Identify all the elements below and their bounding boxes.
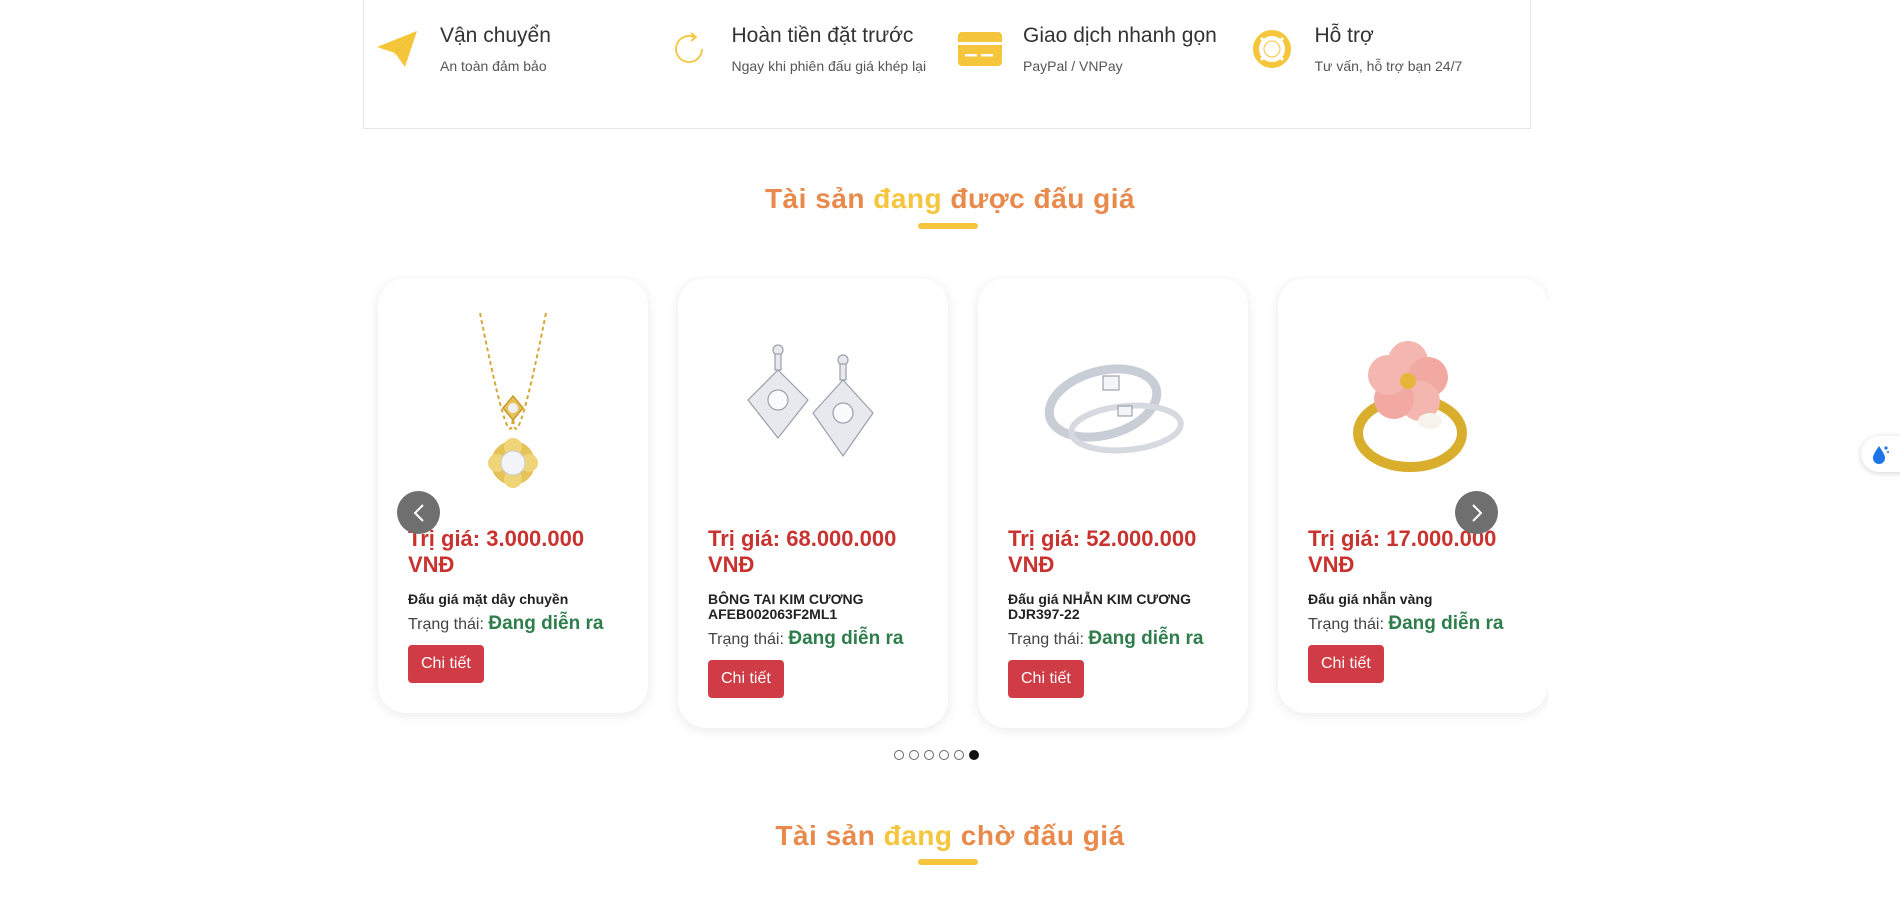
upcoming-section-title: Tài sản đang chờ đấu giá <box>0 820 1900 852</box>
product-status: Trạng thái: Đang diễn ra <box>408 613 618 635</box>
product-image-pendant[interactable] <box>408 298 618 518</box>
product-carousel: Trị giá: 3.000.000 VNĐ Đấu giá mặt dây c… <box>349 276 1548 766</box>
title-text: Tài sản <box>764 183 874 214</box>
carousel-dot[interactable] <box>924 750 934 760</box>
status-label: Trạng thái: <box>408 616 484 633</box>
feature-subtitle: An toàn đảm bảo <box>440 58 547 74</box>
product-price: Trị giá: 3.000.000 VNĐ <box>408 526 585 577</box>
detail-button[interactable]: Chi tiết <box>1308 645 1384 683</box>
product-image-flower-ring[interactable] <box>1308 298 1518 518</box>
lifebuoy-icon <box>1249 26 1295 72</box>
floating-widget-button[interactable] <box>1861 436 1900 472</box>
chevron-right-icon <box>1471 503 1482 522</box>
credit-card-icon <box>957 26 1003 72</box>
title-highlight: đang <box>873 183 943 214</box>
feature-title: Hỗ trợ <box>1314 24 1374 47</box>
title-text: chờ đấu giá <box>952 820 1125 851</box>
status-value: Đang diễn ra <box>788 628 904 649</box>
carousel-dot[interactable] <box>939 750 949 760</box>
product-name: Đấu giá nhẫn vàng <box>1308 591 1433 607</box>
carousel-dot[interactable] <box>954 750 964 760</box>
feature-payment: Giao dịch nhanh gọn PayPal / VNPay <box>947 0 1239 128</box>
status-label: Trạng thái: <box>1308 616 1384 633</box>
feature-subtitle: Ngay khi phiên đấu giá khép lại <box>731 58 927 74</box>
feature-subtitle: Tư vấn, hỗ trợ bạn 24/7 <box>1314 58 1463 74</box>
title-highlight: đang <box>883 820 953 851</box>
product-card: Trị giá: 68.000.000 VNĐ BÔNG TAI KIM CƯƠ… <box>678 278 948 728</box>
features-strip: Vận chuyển An toàn đảm bảo Hoàn tiền đặt… <box>363 0 1531 129</box>
product-image-earrings[interactable] <box>708 298 918 518</box>
product-status: Trạng thái: Đang diễn ra <box>1008 628 1218 650</box>
feature-title: Giao dịch nhanh gọn <box>1023 24 1217 47</box>
page: Vận chuyển An toàn đảm bảo Hoàn tiền đặt… <box>0 0 1900 909</box>
status-label: Trạng thái: <box>1008 631 1084 648</box>
carousel-dot[interactable] <box>969 750 979 760</box>
feature-refund: Hoàn tiền đặt trước Ngay khi phiên đấu g… <box>656 0 948 128</box>
carousel-dot[interactable] <box>894 750 904 760</box>
feature-subtitle: PayPal / VNPay <box>1023 58 1123 74</box>
product-status: Trạng thái: Đang diễn ra <box>1308 613 1518 635</box>
water-drop-icon <box>1873 446 1889 464</box>
product-price: Trị giá: 68.000.000 VNĐ <box>708 526 897 577</box>
product-price: Trị giá: 17.000.000 VNĐ <box>1308 526 1497 577</box>
status-value: Đang diễn ra <box>1388 613 1504 634</box>
product-name: Đấu giá mặt dây chuyền <box>408 591 569 607</box>
carousel-next-button[interactable] <box>1455 491 1498 534</box>
detail-button[interactable]: Chi tiết <box>408 645 484 683</box>
section-underline <box>918 859 978 865</box>
product-card: Trị giá: 52.000.000 VNĐ Đấu giá NHẪN KIM… <box>978 278 1248 728</box>
carousel-prev-button[interactable] <box>397 491 440 534</box>
feature-title: Vận chuyển <box>440 24 551 47</box>
product-card: Trị giá: 17.000.000 VNĐ Đấu giá nhẫn vàn… <box>1278 278 1548 713</box>
ongoing-section-title: Tài sản đang được đấu giá <box>0 183 1900 215</box>
detail-button[interactable]: Chi tiết <box>1008 660 1084 698</box>
refresh-icon <box>666 26 712 72</box>
product-name: BÔNG TAI KIM CƯƠNG AFEB002063F2ML1 <box>708 591 864 622</box>
product-price: Trị giá: 52.000.000 VNĐ <box>1008 526 1197 577</box>
feature-title: Hoàn tiền đặt trước <box>731 24 914 47</box>
section-underline <box>918 223 978 229</box>
status-label: Trạng thái: <box>708 631 784 648</box>
status-value: Đang diễn ra <box>488 613 604 634</box>
feature-support: Hỗ trợ Tư vấn, hỗ trợ bạn 24/7 <box>1239 0 1531 128</box>
feature-shipping: Vận chuyển An toàn đảm bảo <box>364 0 656 128</box>
title-text: Tài sản <box>775 820 884 851</box>
carousel-dots <box>894 750 984 760</box>
carousel-dot[interactable] <box>909 750 919 760</box>
detail-button[interactable]: Chi tiết <box>708 660 784 698</box>
title-text: được đấu giá <box>942 183 1136 214</box>
chevron-left-icon <box>413 503 424 522</box>
product-name: Đấu giá NHẪN KIM CƯƠNG DJR397-22 <box>1008 591 1192 622</box>
status-value: Đang diễn ra <box>1088 628 1204 649</box>
paper-plane-icon <box>374 26 420 72</box>
product-status: Trạng thái: Đang diễn ra <box>708 628 918 650</box>
product-image-rings[interactable] <box>1008 298 1218 518</box>
